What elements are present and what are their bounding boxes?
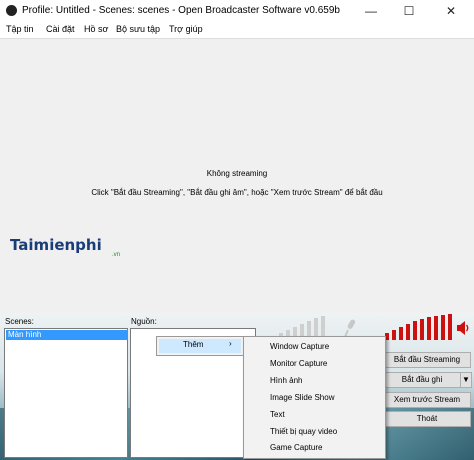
menu-help[interactable]: Trợ giúp [169, 24, 203, 34]
menu-item-video-capture-device[interactable]: Thiết bị quay video [270, 427, 337, 436]
menu-collection[interactable]: Bộ sưu tập [116, 24, 160, 34]
start-hint: Click "Bắt đầu Streaming", "Bắt đầu ghi … [91, 188, 383, 197]
streaming-status: Không streaming [206, 169, 268, 178]
menu-item-image-slide-show[interactable]: Image Slide Show [270, 393, 334, 402]
menu-bar: Tập tin Cài đặt Hồ sơ Bộ sưu tập Trợ giú… [0, 22, 474, 38]
scenes-label: Scenes: [5, 317, 34, 326]
speaker-icon[interactable] [456, 320, 470, 336]
submenu-arrow-icon: › [229, 339, 232, 348]
watermark-logo: Taimienphi [10, 236, 102, 254]
desktop-meter-bar [427, 317, 431, 340]
exit-button[interactable]: Thoát [383, 411, 471, 427]
scenes-list[interactable] [4, 328, 128, 458]
obs-app-icon [6, 5, 17, 16]
sources-context-menu: Thêm › [156, 336, 244, 356]
mic-icon[interactable] [344, 318, 358, 338]
desktop-meter-bar [399, 327, 403, 340]
recording-options-dropdown[interactable]: ▼ [460, 372, 472, 388]
start-recording-button[interactable]: Bắt đầu ghi [383, 372, 461, 388]
start-streaming-button[interactable]: Bắt đầu Streaming [383, 352, 471, 368]
preview-area: Không streaming Click "Bắt đầu Streaming… [0, 38, 474, 314]
maximize-button[interactable]: ☐ [394, 0, 424, 22]
desktop-meter-bar [392, 330, 396, 340]
preview-stream-button[interactable]: Xem trước Stream [383, 392, 471, 408]
title-bar: Profile: Untitled - Scenes: scenes - Ope… [0, 0, 474, 22]
desktop-volume-meter[interactable] [378, 314, 454, 340]
desktop-meter-bar [434, 316, 438, 340]
menu-file[interactable]: Tập tin [6, 24, 34, 34]
menu-item-window-capture[interactable]: Window Capture [270, 342, 329, 351]
desktop-meter-bar [441, 315, 445, 340]
watermark-domain: .vn [112, 252, 121, 258]
close-button[interactable]: ✕ [436, 0, 466, 22]
desktop-meter-bar [406, 324, 410, 340]
menu-settings[interactable]: Cài đặt [46, 24, 75, 34]
menu-item-image[interactable]: Hình ảnh [270, 376, 302, 385]
menu-item-text[interactable]: Text [270, 410, 285, 419]
menu-profile[interactable]: Hồ sơ [84, 24, 108, 34]
desktop-meter-bar [448, 314, 452, 340]
window-title: Profile: Untitled - Scenes: scenes - Ope… [22, 5, 340, 16]
menu-item-game-capture[interactable]: Game Capture [270, 443, 322, 452]
desktop-meter-bar [420, 319, 424, 340]
scene-item-selected[interactable]: Màn hình [6, 330, 128, 340]
sources-label: Nguồn: [131, 317, 157, 326]
menu-item-add-label: Thêm [183, 340, 204, 349]
menu-item-monitor-capture[interactable]: Monitor Capture [270, 359, 327, 368]
add-source-submenu: Window Capture Monitor Capture Hình ảnh … [243, 336, 386, 459]
minimize-button[interactable]: — [356, 0, 386, 22]
desktop-meter-bar [413, 321, 417, 340]
